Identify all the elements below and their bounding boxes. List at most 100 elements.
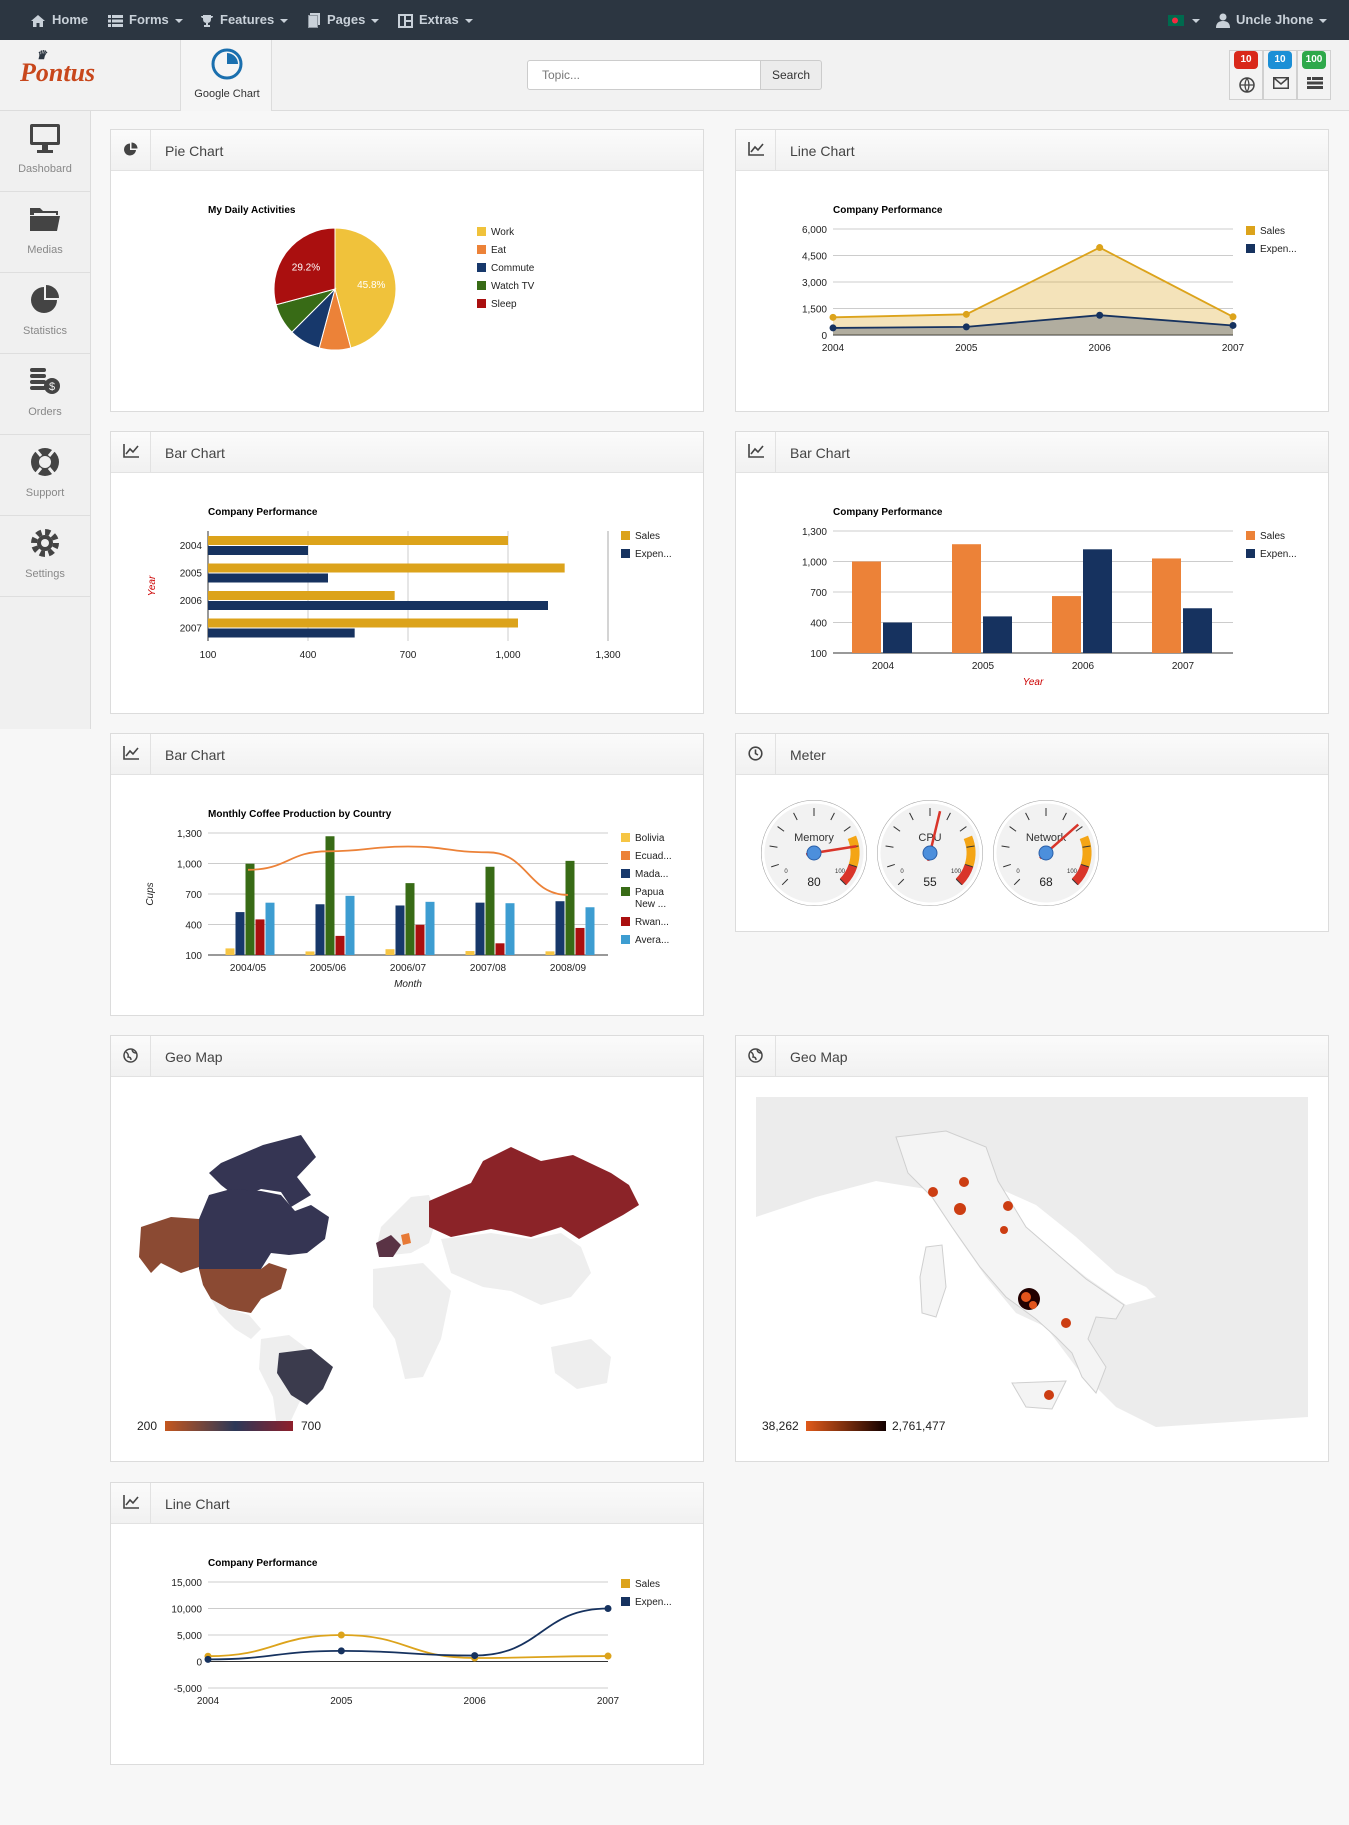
y-tick-label: 2005 xyxy=(180,568,203,579)
gauge-hub xyxy=(1038,845,1054,861)
panel-header: Geo Map xyxy=(736,1036,1328,1077)
bar xyxy=(208,563,565,573)
search-button[interactable]: Search xyxy=(760,60,822,90)
x-tick-label: 2006 xyxy=(1089,343,1112,354)
panel-header: Geo Map xyxy=(111,1036,703,1077)
legend-label: New ... xyxy=(635,899,666,910)
bar xyxy=(395,905,405,955)
sidebar-item-orders[interactable]: $ Orders xyxy=(0,354,90,435)
map-region-alaska xyxy=(139,1217,199,1273)
panel-line-chart: Line Chart Company Performance 0 1,500 3,00… xyxy=(735,129,1329,412)
y-tick-label: 100 xyxy=(810,649,827,660)
notification-globe[interactable]: 10 xyxy=(1229,50,1263,100)
monitor-icon xyxy=(30,124,60,153)
x-tick-label: 2004 xyxy=(197,1696,220,1707)
user-menu[interactable]: Uncle Jhone xyxy=(1216,0,1328,40)
data-point xyxy=(829,324,837,332)
panel-line-chart-2: Line Chart Company Performance -5,000 0 5,0… xyxy=(110,1482,704,1765)
bar xyxy=(245,863,255,955)
bar xyxy=(208,573,328,583)
panel-meter: Meter Memory 0 100 80 CPU 0 100 55 Network 0 100 68 xyxy=(735,733,1329,932)
y-tick-label: -5,000 xyxy=(174,1684,203,1695)
legend-label: Expen... xyxy=(635,1597,672,1608)
world-geo-map: 200 700 xyxy=(111,1077,703,1461)
legend-label: Papua xyxy=(635,887,664,898)
nav-features[interactable]: Features xyxy=(200,0,289,40)
app-logo[interactable]: ♛ Pontus xyxy=(20,48,95,88)
x-tick-label: 2005/06 xyxy=(310,963,347,974)
panel-coffee-bar-chart: Bar Chart Monthly Coffee Production by C… xyxy=(110,733,704,1016)
language-flag-dropdown[interactable] xyxy=(1168,0,1200,40)
tab-google-chart[interactable]: Google Chart xyxy=(180,40,272,111)
sidebar-item-medias[interactable]: Medias xyxy=(0,192,90,273)
panel-geo-map-world: Geo Map 200 700 xyxy=(110,1035,704,1462)
legend-label: Avera... xyxy=(635,935,669,946)
bar xyxy=(325,836,335,955)
x-axis-label: Year xyxy=(1023,677,1044,688)
bar xyxy=(555,901,565,955)
legend-swatch xyxy=(477,281,486,290)
sidebar-item-dashboard[interactable]: Dashobard xyxy=(0,111,90,192)
data-point xyxy=(471,1652,479,1660)
flag-icon xyxy=(1168,15,1184,27)
panel-header: Line Chart xyxy=(736,130,1328,171)
gauge-value: 68 xyxy=(1039,875,1053,889)
bar xyxy=(208,628,355,638)
x-tick-label: 400 xyxy=(300,650,317,661)
map-marker xyxy=(954,1203,966,1215)
panel-title: Bar Chart xyxy=(165,445,225,461)
bar xyxy=(235,912,245,955)
horizontal-bar-chart: Company Performance 100 400 700 1,000 1,300 20… xyxy=(147,507,672,661)
y-tick-label: 1,000 xyxy=(802,558,827,569)
sidebar-item-support[interactable]: Support xyxy=(0,435,90,516)
globe-icon xyxy=(123,1048,138,1063)
pages-icon xyxy=(308,13,320,29)
y-tick-label: 100 xyxy=(185,951,202,962)
legend-swatch xyxy=(621,1597,630,1606)
nav-pages[interactable]: Pages xyxy=(307,0,380,40)
map-marker xyxy=(1044,1390,1054,1400)
gauge-hub xyxy=(922,845,938,861)
sidebar: Dashobard Medias Statistics $ Orders Sup… xyxy=(0,111,91,729)
y-tick-label: 2006 xyxy=(180,596,203,607)
gauge-label: CPU xyxy=(918,832,941,844)
panel-pie-chart: Pie Chart My Daily Activities 45.8% 29.2% W… xyxy=(110,129,704,412)
series-line xyxy=(207,1607,609,1661)
legend-swatch xyxy=(1246,549,1255,558)
bar xyxy=(485,866,495,955)
data-point xyxy=(1229,321,1237,329)
legend-swatch xyxy=(621,833,630,842)
data-point xyxy=(1096,244,1104,252)
bar xyxy=(405,883,415,955)
nav-forms[interactable]: Forms xyxy=(108,0,183,40)
y-axis-label: Year xyxy=(147,575,158,596)
x-tick-label: 1,300 xyxy=(595,650,620,661)
legend-label: Mada... xyxy=(635,869,668,880)
bar xyxy=(585,907,595,955)
y-tick-label: 1,300 xyxy=(802,527,827,538)
bar xyxy=(305,951,315,955)
x-tick-label: 700 xyxy=(400,650,417,661)
line-chart-icon xyxy=(123,444,139,458)
legend-swatch xyxy=(1246,226,1255,235)
notification-mail[interactable]: 10 xyxy=(1263,50,1297,100)
home-icon xyxy=(31,14,45,27)
nav-home[interactable]: Home xyxy=(30,0,88,40)
legend-label: Sales xyxy=(1260,531,1285,542)
panel-title: Line Chart xyxy=(165,1496,230,1512)
search-input[interactable] xyxy=(527,60,761,90)
nav-extras[interactable]: Extras xyxy=(398,0,473,40)
legend-swatch xyxy=(621,917,630,926)
map-marker xyxy=(928,1187,938,1197)
notification-list[interactable]: 100 xyxy=(1297,50,1331,100)
bar xyxy=(208,618,518,628)
sidebar-item-settings[interactable]: Settings xyxy=(0,516,90,597)
bar xyxy=(265,902,275,955)
panel-header: Line Chart xyxy=(111,1483,703,1524)
data-point xyxy=(604,1605,612,1612)
map-marker xyxy=(1000,1226,1008,1234)
sidebar-item-statistics[interactable]: Statistics xyxy=(0,273,90,354)
envelope-icon xyxy=(1273,77,1289,89)
panel-title: Bar Chart xyxy=(165,747,225,763)
data-point xyxy=(204,1655,212,1663)
